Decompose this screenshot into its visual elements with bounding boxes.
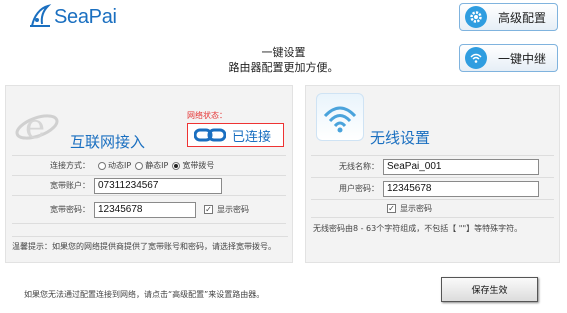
network-status-text: 已连接 (232, 129, 272, 145)
page-subtitle: 路由器配置更加方便。 (228, 61, 339, 74)
radio-static-ip[interactable] (135, 161, 144, 170)
internet-section-title: 互联网接入 (70, 133, 146, 151)
password-row: 宽带密码： 12345678 ✓ 显示密码 (12, 195, 286, 223)
page-title: 一键设置 (261, 46, 306, 59)
radio-static-ip-label: 静态IP (145, 161, 169, 170)
wifi-password-row: 用户密码： 12345678 (311, 177, 554, 199)
internet-form: 连接方式： 动态IP 静态IP 宽带拨号 宽带账户： 07311234567 宽… (12, 155, 286, 224)
wireless-section-title: 无线设置 (370, 129, 431, 147)
radio-dynamic-ip[interactable] (98, 161, 106, 170)
seapai-logo-icon (30, 4, 52, 27)
wifi-show-password-checkbox[interactable]: ✓ (387, 204, 396, 213)
brand-logo: SeaPai (28, 4, 117, 30)
wifi-show-password-label: 显示密码 (400, 204, 432, 213)
wifi-large-icon (316, 93, 364, 141)
footer-note: 如果您无法通过配置连接到网络，请点击“高级配置”来设置路由器。 (24, 290, 265, 299)
save-button[interactable]: 保存生效 (441, 277, 538, 302)
account-input[interactable]: 07311234567 (94, 177, 222, 194)
radio-pppoe[interactable] (172, 161, 181, 170)
brand-name: SeaPai (54, 5, 117, 28)
radio-dynamic-ip-label: 动态IP (108, 161, 132, 170)
show-password-label: 显示密码 (217, 205, 249, 214)
connection-type-row: 连接方式： 动态IP 静态IP 宽带拨号 (12, 155, 286, 175)
ssid-input[interactable]: SeaPai_001 (383, 158, 539, 175)
show-password-checkbox[interactable]: ✓ (204, 205, 213, 214)
wifi-password-label: 用户密码： (339, 184, 379, 193)
radio-pppoe-label: 宽带拨号 (182, 161, 215, 170)
wifi-password-rule: 无线密码由8 - 63个字符组成，不包括【 ""】等特殊字符。 (313, 224, 523, 233)
ssid-label: 无线名称： (339, 162, 379, 171)
wifi-show-password-row: ✓ 显示密码 (311, 199, 554, 217)
ssid-row: 无线名称： SeaPai_001 (311, 155, 554, 177)
svg-text:e: e (25, 107, 45, 147)
network-status-label: 网络状态： (187, 111, 227, 120)
internet-tip: 温馨提示：如果您的网络提供商提供了宽带账号和密码，请选择宽带拨号。 (12, 236, 288, 252)
password-label: 宽带密码： (50, 205, 90, 214)
wireless-form: 无线名称： SeaPai_001 用户密码： 12345678 ✓ 显示密码 (311, 155, 554, 218)
account-label: 宽带账户： (50, 181, 90, 190)
connection-type-label: 连接方式： (50, 161, 90, 170)
account-row: 宽带账户： 07311234567 (12, 175, 286, 195)
network-status-badge: 已连接 (187, 123, 284, 147)
wifi-password-input[interactable]: 12345678 (383, 180, 539, 197)
advanced-config-label: 高级配置 (497, 10, 546, 25)
advanced-config-button[interactable]: 高级配置 (459, 3, 558, 31)
gear-icon (465, 6, 487, 28)
password-input[interactable]: 12345678 (94, 201, 196, 218)
ie-globe-icon: e (14, 103, 60, 153)
chain-link-icon (194, 128, 226, 142)
